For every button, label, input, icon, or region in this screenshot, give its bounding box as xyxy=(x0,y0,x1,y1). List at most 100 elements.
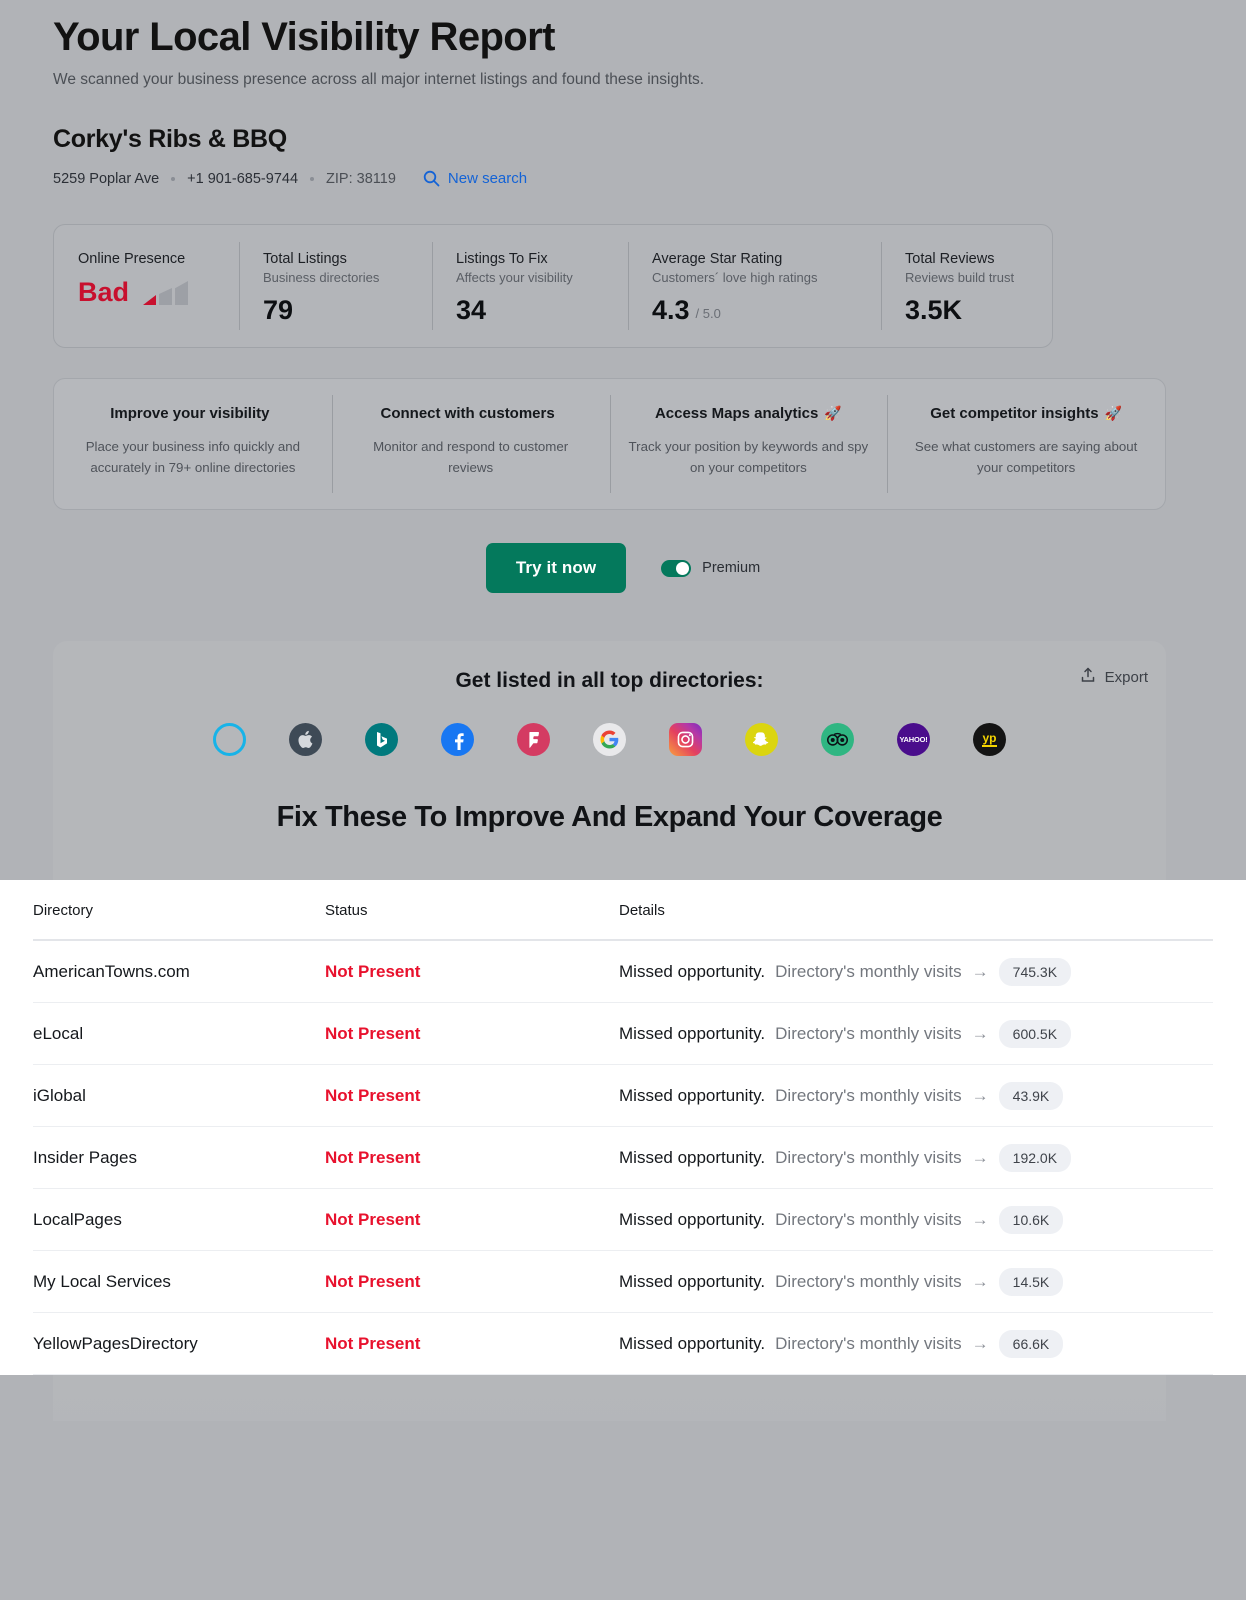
stat-label: Total Listings xyxy=(263,251,347,267)
detail-muted: Directory's monthly visits xyxy=(775,1271,962,1291)
cta-row: Try it now Premium xyxy=(0,543,1246,593)
cell-status: Not Present xyxy=(325,1085,421,1105)
cell-status: Not Present xyxy=(325,1271,421,1291)
cell-status: Not Present xyxy=(325,1209,421,1229)
meta-separator-dot xyxy=(310,176,315,181)
tripadvisor-icon[interactable] xyxy=(821,723,854,756)
cell-details: Missed opportunity. Directory's monthly … xyxy=(619,957,1072,986)
apple-icon[interactable] xyxy=(289,723,322,756)
export-button[interactable]: Export xyxy=(1080,667,1148,687)
fix-coverage-title: Fix These To Improve And Expand Your Cov… xyxy=(276,801,943,833)
stat-value: 34 xyxy=(456,295,628,326)
cell-details: Missed opportunity. Directory's monthly … xyxy=(619,1081,1064,1110)
detail-muted: Directory's monthly visits xyxy=(775,1023,962,1043)
page-subtitle: We scanned your business presence across… xyxy=(53,71,705,88)
visits-badge: 192.0K xyxy=(998,1143,1072,1172)
new-search-button[interactable]: New search xyxy=(423,170,527,187)
avg-rating-value: 4.3 xyxy=(652,295,690,325)
feature-title-text: Get competitor insights xyxy=(930,405,1099,422)
arrow-right-icon: → xyxy=(971,1023,989,1043)
table-header-row: Directory Status Details xyxy=(33,880,1213,941)
business-phone: +1 901-685-9744 xyxy=(187,170,299,187)
cell-directory: My Local Services xyxy=(33,1271,171,1291)
cell-status: Not Present xyxy=(325,1333,421,1353)
stat-desc: Customers´ love high ratings xyxy=(652,270,818,285)
stat-total-reviews: Total Reviews Reviews build trust 3.5K xyxy=(881,225,1052,347)
stat-value: Bad xyxy=(78,277,239,308)
detail-muted: Directory's monthly visits xyxy=(775,1085,962,1105)
local-visibility-report-page: Your Local Visibility Report We scanned … xyxy=(0,0,1246,1600)
export-label: Export xyxy=(1104,668,1148,686)
online-presence-value: Bad xyxy=(78,277,130,307)
premium-toggle-group[interactable]: Premium xyxy=(661,559,760,577)
new-search-label: New search xyxy=(447,170,528,187)
feature-title: Access Maps analytics 🚀 xyxy=(628,405,870,422)
feature-title-text: Access Maps analytics xyxy=(654,405,819,422)
cell-details: Missed opportunity. Directory's monthly … xyxy=(619,1267,1064,1296)
feature-title: Get competitor insights 🚀 xyxy=(905,405,1147,422)
stat-total-listings: Total Listings Business directories 79 xyxy=(239,225,432,347)
cell-directory: AmericanTowns.com xyxy=(33,961,190,981)
yellowpages-icon[interactable]: yp xyxy=(973,723,1006,756)
detail-muted: Directory's monthly visits xyxy=(775,1147,962,1167)
column-header-details: Details xyxy=(619,902,665,919)
visits-badge: 745.3K xyxy=(998,957,1072,986)
arrow-right-icon: → xyxy=(971,1271,989,1291)
table-row[interactable]: Insider Pages Not Present Missed opportu… xyxy=(33,1127,1213,1189)
stat-label: Listings To Fix xyxy=(456,251,548,267)
snapchat-icon[interactable] xyxy=(745,723,778,756)
feature-desc: See what customers are saying about your… xyxy=(914,439,1138,475)
feature-improve-visibility: Improve your visibility Place your busin… xyxy=(54,379,332,509)
stat-label: Total Reviews xyxy=(905,251,995,267)
table-row[interactable]: My Local Services Not Present Missed opp… xyxy=(33,1251,1213,1313)
directory-icons-row: YAHOO! yp xyxy=(53,721,1166,756)
cell-status: Not Present xyxy=(325,1147,421,1167)
cell-directory: YellowPagesDirectory xyxy=(33,1333,198,1353)
page-title: Your Local Visibility Report xyxy=(53,15,555,59)
yahoo-icon[interactable]: YAHOO! xyxy=(897,723,930,756)
table-row[interactable]: eLocal Not Present Missed opportunity. D… xyxy=(33,1003,1213,1065)
visits-badge: 10.6K xyxy=(998,1205,1064,1234)
feature-title-text: Connect with customers xyxy=(380,405,555,422)
detail-prefix: Missed opportunity. xyxy=(619,1147,766,1167)
total-reviews-value: 3.5K xyxy=(905,295,963,325)
visits-badge: 600.5K xyxy=(998,1019,1072,1048)
export-icon xyxy=(1080,667,1096,687)
right-gutter xyxy=(1166,1375,1246,1600)
table-row[interactable]: LocalPages Not Present Missed opportunit… xyxy=(33,1189,1213,1251)
stat-desc: Business directories xyxy=(263,270,380,285)
table-row[interactable]: YellowPagesDirectory Not Present Missed … xyxy=(33,1313,1213,1375)
arrow-right-icon: → xyxy=(971,1085,989,1105)
stat-value: 79 xyxy=(263,295,432,326)
avg-rating-max: / 5.0 xyxy=(695,306,721,321)
feature-connect-customers: Connect with customers Monitor and respo… xyxy=(331,379,610,509)
premium-toggle[interactable] xyxy=(661,559,692,577)
stat-desc: Affects your visibility xyxy=(456,270,573,285)
column-header-status: Status xyxy=(325,902,368,919)
listings-to-fix-value: 34 xyxy=(456,295,487,325)
business-zip: ZIP: 38119 xyxy=(326,170,396,187)
rocket-icon: 🚀 xyxy=(824,405,842,421)
missing-listings-table-overlay: Directory Status Details AmericanTowns.c… xyxy=(0,880,1246,1375)
stat-online-presence: Online Presence Bad xyxy=(54,225,239,347)
foursquare-icon[interactable] xyxy=(517,723,550,756)
table-row[interactable]: iGlobal Not Present Missed opportunity. … xyxy=(33,1065,1213,1127)
google-icon[interactable] xyxy=(593,723,626,756)
detail-prefix: Missed opportunity. xyxy=(619,1333,766,1353)
table-row[interactable]: AmericanTowns.com Not Present Missed opp… xyxy=(33,941,1213,1003)
try-it-now-button[interactable]: Try it now xyxy=(485,543,627,593)
feature-desc: Track your position by keywords and spy … xyxy=(628,439,869,475)
instagram-icon[interactable] xyxy=(669,723,702,756)
detail-prefix: Missed opportunity. xyxy=(619,1209,766,1229)
bing-icon[interactable] xyxy=(365,723,398,756)
cell-directory: eLocal xyxy=(33,1023,84,1043)
detail-prefix: Missed opportunity. xyxy=(619,961,766,981)
cell-status: Not Present xyxy=(325,961,421,981)
detail-prefix: Missed opportunity. xyxy=(619,1023,766,1043)
facebook-icon[interactable] xyxy=(441,723,474,756)
alexa-icon[interactable] xyxy=(213,723,246,756)
arrow-right-icon: → xyxy=(971,1147,989,1167)
features-card: Improve your visibility Place your busin… xyxy=(53,378,1166,510)
feature-title-text: Improve your visibility xyxy=(110,405,270,422)
detail-muted: Directory's monthly visits xyxy=(775,1209,962,1229)
